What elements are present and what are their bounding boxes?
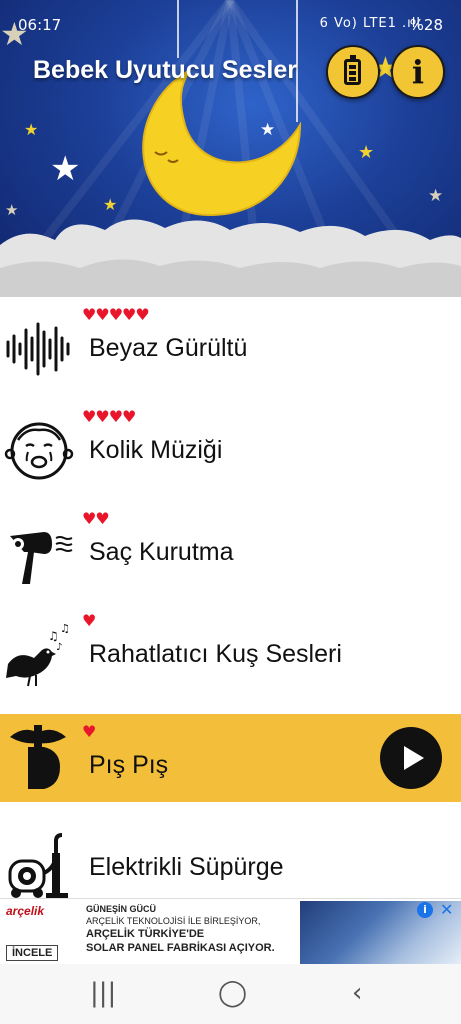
back-icon[interactable]: ‹ — [352, 980, 362, 1006]
ad-banner[interactable]: arçelik İNCELE GÜNEŞİN GÜCÜ ARÇELİK TEKN… — [0, 898, 461, 965]
star-icon: ★ — [5, 201, 19, 219]
ad-line: ARÇELİK TÜRKİYE'DE — [86, 928, 205, 940]
list-item-elektrikli-supurge[interactable]: Elektrikli Süpürge — [0, 816, 461, 904]
singing-bird-icon: ♫ ♫ ♪ — [6, 622, 70, 687]
system-nav-bar: ||| ◯ ‹ — [0, 964, 461, 1024]
info-icon: i — [411, 53, 425, 91]
rating-hearts: ♥♥ — [82, 509, 110, 528]
vacuum-cleaner-icon — [8, 833, 68, 899]
sound-label: Beyaz Gürültü — [89, 334, 248, 362]
star-icon: ★ — [428, 186, 444, 206]
battery-level: %28 — [409, 16, 443, 34]
play-button[interactable] — [380, 727, 442, 789]
star-icon: ★ — [103, 195, 118, 214]
rating-hearts: ♥ — [82, 611, 96, 630]
ad-cta-button[interactable]: İNCELE — [6, 945, 59, 961]
star-icon: ★ — [260, 120, 276, 140]
list-item-pis-pis[interactable]: ♥ Pış Pış — [0, 714, 461, 802]
app-title: Bebek Uyutucu Sesler — [33, 56, 297, 84]
info-button[interactable]: i — [391, 45, 445, 99]
recents-icon[interactable]: ||| — [90, 980, 116, 1006]
sound-label: Elektrikli Süpürge — [89, 853, 284, 881]
header-banner: ★ ★ ★ ★ ★ ★ ★ ★ ★ 06:17 6 Vo) LTE1 .ıll … — [0, 0, 461, 297]
list-item-beyaz-gurultu[interactable]: ♥♥♥♥♥ Beyaz Gürültü — [0, 297, 461, 385]
sound-label: Pış Pış — [89, 751, 169, 779]
list-item-sac-kurutma[interactable]: ♥♥ Saç Kurutma — [0, 501, 461, 589]
rating-hearts: ♥♥♥♥♥ — [82, 305, 150, 324]
svg-text:♫: ♫ — [48, 629, 59, 643]
ad-image — [300, 901, 461, 965]
battery-icon — [344, 55, 361, 85]
status-bar: 06:17 6 Vo) LTE1 .ıll %28 — [0, 0, 461, 36]
svg-text:♫: ♫ — [60, 622, 70, 635]
battery-saver-button[interactable] — [326, 45, 380, 99]
ad-line: ARÇELİK TEKNOLOJİSİ İLE BİRLEŞİYOR, — [86, 916, 261, 926]
status-time: 06:17 — [18, 16, 62, 34]
sound-label: Rahatlatıcı Kuş Sesleri — [89, 640, 342, 668]
list-item-kolik-muzigi[interactable]: ♥♥♥♥ Kolik Müziği — [0, 399, 461, 487]
star-icon: ★ — [24, 120, 39, 139]
network-icons: 6 Vo) LTE1 .ıll — [319, 16, 421, 31]
ad-line: SOLAR PANEL FABRİKASI AÇIYOR. — [86, 942, 275, 954]
svg-text:♪: ♪ — [56, 642, 62, 653]
ad-copy: GÜNEŞİN GÜCÜ ARÇELİK TEKNOLOJİSİ İLE BİR… — [86, 903, 275, 955]
rating-hearts: ♥ — [82, 722, 96, 741]
rating-hearts: ♥♥♥♥ — [82, 407, 136, 426]
ad-close-icon[interactable]: ✕ — [440, 900, 453, 919]
ad-brand-logo: arçelik — [6, 904, 45, 918]
ad-info-icon[interactable]: i — [417, 902, 433, 918]
list-item-rahatlatici-kus-sesleri[interactable]: ♫ ♫ ♪ ♥ Rahatlatıcı Kuş Sesleri — [0, 603, 461, 691]
shush-icon — [10, 725, 66, 789]
home-icon[interactable]: ◯ — [218, 980, 247, 1006]
star-icon: ★ — [358, 142, 375, 163]
hair-dryer-icon — [10, 532, 73, 584]
sound-wave-icon — [6, 322, 70, 376]
sound-label: Kolik Müziği — [89, 436, 223, 464]
play-icon — [404, 746, 424, 770]
crying-baby-icon — [4, 422, 74, 480]
sound-label: Saç Kurutma — [89, 538, 234, 566]
ad-line: GÜNEŞİN GÜCÜ — [86, 904, 157, 914]
star-icon: ★ — [50, 149, 81, 189]
moon-icon — [142, 69, 302, 217]
